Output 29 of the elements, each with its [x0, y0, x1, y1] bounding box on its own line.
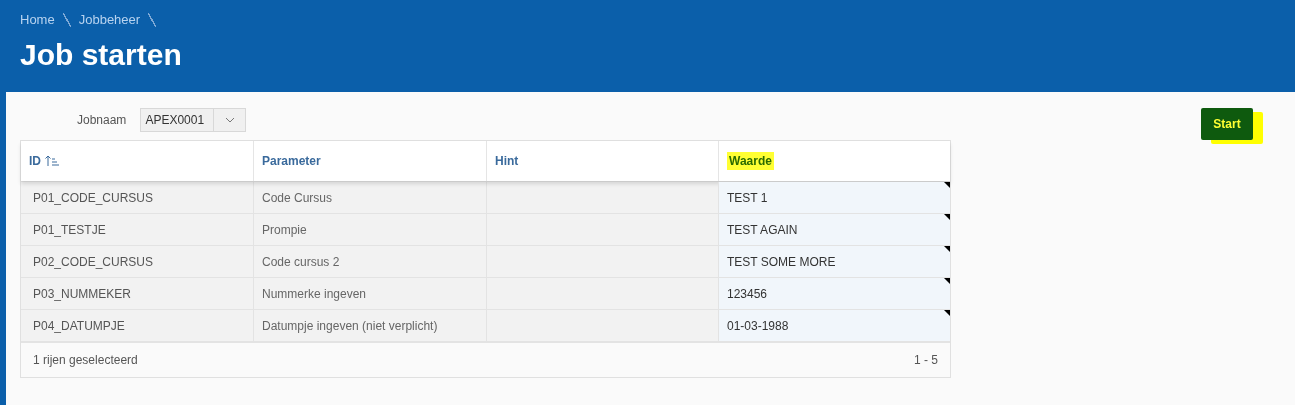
column-header[interactable]: Hint [495, 152, 519, 170]
value-cell[interactable]: TEST SOME MORE [718, 246, 950, 277]
table-cell: Code cursus 2 [253, 246, 486, 277]
table-cell: Code Cursus [253, 182, 486, 213]
table-cell: P01_TESTJE [21, 214, 253, 245]
column-header[interactable]: Parameter [262, 152, 321, 170]
column-header[interactable]: Waarde [727, 152, 774, 170]
table-cell: Nummerke ingeven [253, 278, 486, 309]
breadcrumb-link[interactable]: Jobbeheer [78, 10, 141, 30]
table-cell: Prompie [253, 214, 486, 245]
breadcrumb-link[interactable]: Home [20, 10, 55, 30]
table-cell: P03_NUMMEKER [21, 278, 253, 309]
table-cell: P04_DATUMPJE [21, 310, 253, 341]
pagination-range: 1 - 5 [914, 352, 938, 369]
value-cell[interactable]: TEST AGAIN [718, 214, 950, 245]
jobnaam-label: Jobnaam [77, 112, 127, 129]
value-cell[interactable]: TEST 1 [718, 182, 950, 213]
table-cell: P01_CODE_CURSUS [21, 182, 253, 213]
page-title: Job starten [20, 36, 183, 73]
table-cell: Datumpje ingeven (niet verplicht) [253, 310, 486, 341]
table-cell: P02_CODE_CURSUS [21, 246, 253, 277]
selection-status: 1 rijen geselecteerd [33, 352, 138, 369]
changed-marker-icon [944, 182, 950, 188]
value-cell[interactable]: 123456 [718, 278, 950, 309]
column-header[interactable]: ID [29, 152, 59, 170]
value-cell[interactable]: 01-03-1988 [718, 310, 950, 341]
sort-ascending-icon [45, 155, 59, 167]
jobnaam-select[interactable]: APEX0001 [140, 108, 247, 132]
chevron-down-icon [224, 117, 235, 123]
